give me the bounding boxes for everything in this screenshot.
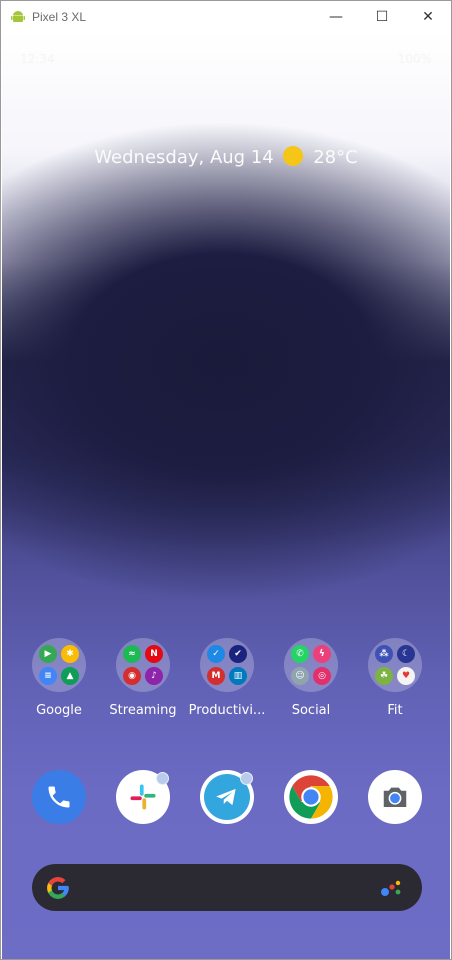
folder-social[interactable]: ✆ ϟ ☺ ◎ Social <box>269 638 353 718</box>
instagram-icon: ◎ <box>313 667 331 685</box>
run-icon: ☘ <box>375 667 393 685</box>
podcast-icon: ◉ <box>123 667 141 685</box>
tasks-icon: ✔ <box>229 645 247 663</box>
camera-icon[interactable] <box>368 770 422 824</box>
folder-icon: ⁂ ☾ ☘ ♥ <box>368 638 422 692</box>
date-text: Wednesday, Aug 14 <box>94 147 274 168</box>
google-g-icon <box>47 876 69 899</box>
battery-level: 100% <box>397 52 432 66</box>
at-a-glance-widget[interactable]: Wednesday, Aug 14 28°C <box>2 146 450 168</box>
netflix-icon: N <box>145 645 163 663</box>
play-icon: ▶ <box>39 645 57 663</box>
android-icon <box>11 10 25 22</box>
folder-google[interactable]: ▶ ✱ ≡ ▲ Google <box>17 638 101 718</box>
gmail-icon: M <box>207 667 225 685</box>
folder-label: Google <box>36 703 82 718</box>
slack-icon[interactable] <box>116 770 170 824</box>
chrome-icon[interactable] <box>284 770 338 824</box>
trello-icon: ▥ <box>229 667 247 685</box>
title-bar: Pixel 3 XL — ☐ ✕ <box>1 1 451 32</box>
drive-icon: ▲ <box>61 667 79 685</box>
messenger-icon: ϟ <box>313 645 331 663</box>
google-search-bar[interactable] <box>32 864 422 911</box>
sun-icon <box>283 146 304 166</box>
chat-icon: ☺ <box>291 667 309 685</box>
close-button[interactable]: ✕ <box>405 1 451 32</box>
folder-icon: ✓ ✔ M ▥ <box>200 638 254 692</box>
folder-label: Social <box>291 703 331 718</box>
fitbit-icon: ⁂ <box>375 645 393 663</box>
folder-icon: ✆ ϟ ☺ ◎ <box>284 638 338 692</box>
notification-dot <box>156 772 169 785</box>
folder-icon: ≈ N ◉ ♪ <box>116 638 170 692</box>
todo-icon: ✓ <box>207 645 225 663</box>
window-title: Pixel 3 XL <box>32 9 87 24</box>
emulator-window: Pixel 3 XL — ☐ ✕ 12:34 100% Wednesday, A… <box>0 0 452 960</box>
telegram-icon[interactable] <box>200 770 254 824</box>
sleep-icon: ☾ <box>397 645 415 663</box>
maximize-button[interactable]: ☐ <box>359 1 405 32</box>
docs-icon: ≡ <box>39 667 57 685</box>
status-time: 12:34 <box>20 52 55 66</box>
weather-temp: 28°C <box>313 147 358 168</box>
spotify-icon: ≈ <box>123 645 141 663</box>
fit-icon: ♥ <box>397 667 415 685</box>
folder-icon: ▶ ✱ ≡ ▲ <box>32 638 86 692</box>
status-bar: 12:34 100% <box>2 50 450 70</box>
assistant-icon[interactable] <box>380 877 404 899</box>
notification-dot <box>240 772 253 785</box>
folder-streaming[interactable]: ≈ N ◉ ♪ Streaming <box>101 638 185 718</box>
music-icon: ♪ <box>145 667 163 685</box>
whatsapp-icon: ✆ <box>291 645 309 663</box>
folder-productivity[interactable]: ✓ ✔ M ▥ Productivi... <box>185 638 269 718</box>
phone-icon[interactable] <box>32 770 86 824</box>
folder-label: Fit <box>387 703 403 718</box>
folder-label: Streaming <box>109 703 177 718</box>
folder-label: Productivi... <box>188 703 266 718</box>
dock <box>2 770 450 826</box>
minimize-button[interactable]: — <box>313 1 359 32</box>
folder-fit[interactable]: ⁂ ☾ ☘ ♥ Fit <box>353 638 437 718</box>
phone-home-screen: 12:34 100% Wednesday, Aug 14 28°C ▶ ✱ ≡ … <box>2 32 450 959</box>
photos-icon: ✱ <box>61 645 79 663</box>
